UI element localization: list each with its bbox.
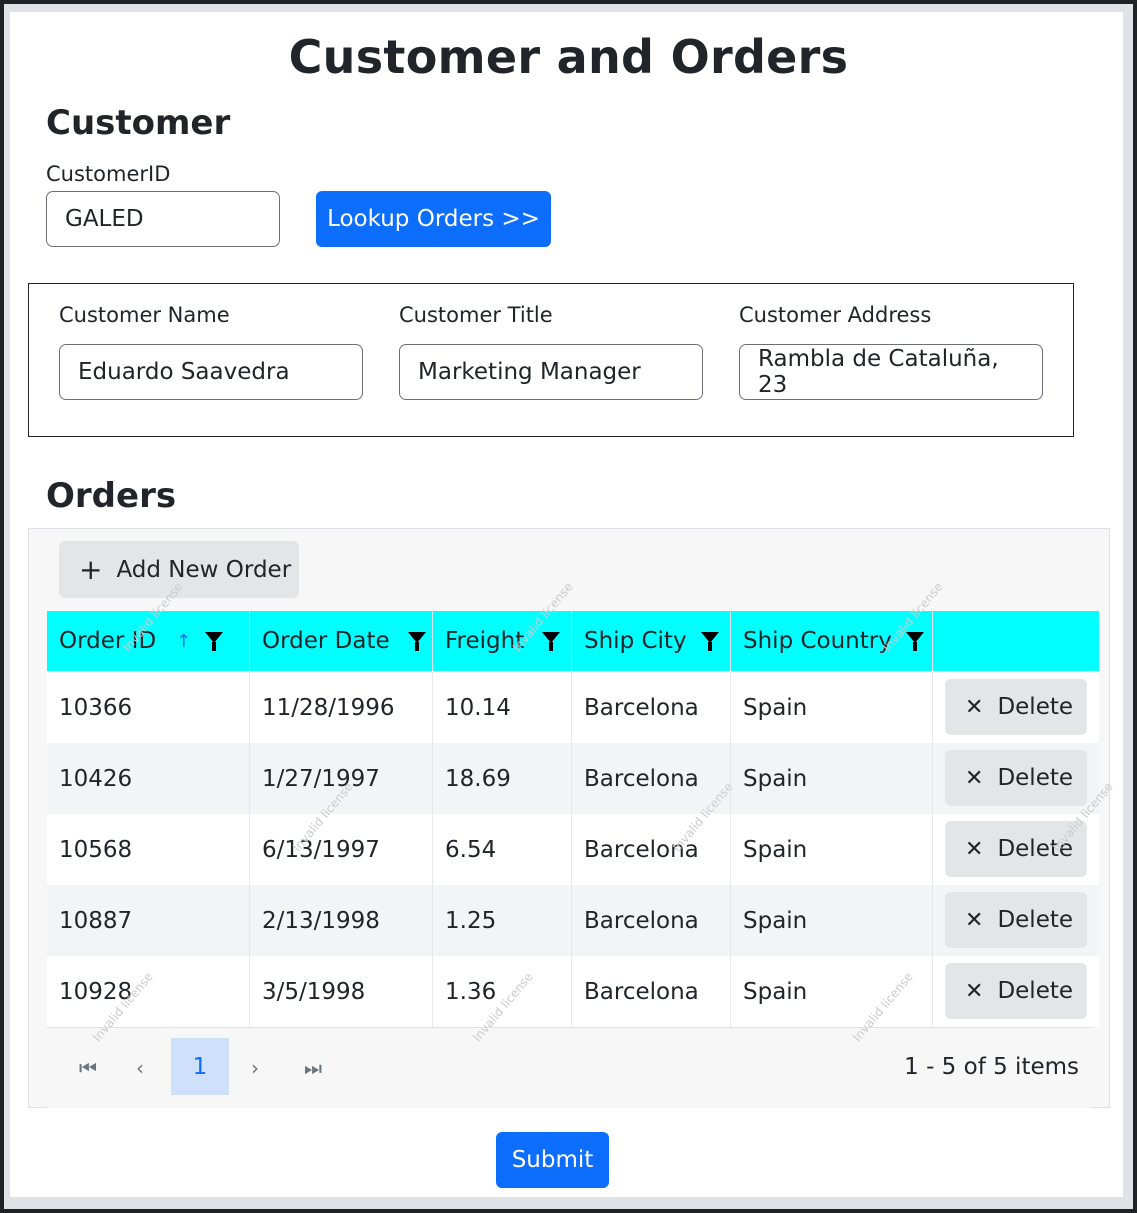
order-date-cell: 3/5/1998 [250,956,433,1027]
customer-address-label: Customer Address [739,303,932,327]
delete-button[interactable]: ✕ Delete [945,963,1087,1019]
filter-icon[interactable] [700,631,719,651]
column-header-ship-country[interactable]: Ship Country [731,611,933,671]
ship-country-cell: Spain [731,956,933,1027]
grid-header-row: Order ID ↑ Order Date Freight Ship City … [47,611,1099,671]
delete-button[interactable]: ✕ Delete [945,750,1087,806]
column-header-label: Ship Country [743,628,892,654]
ship-city-cell: Barcelona [572,672,731,743]
filter-icon[interactable] [905,631,924,651]
delete-button[interactable]: ✕ Delete [945,892,1087,948]
customer-title-field[interactable]: Marketing Manager [399,344,703,400]
order-date-cell: 6/13/1997 [250,814,433,885]
delete-label: Delete [997,694,1074,720]
freight-cell: 18.69 [433,743,572,814]
delete-button[interactable]: ✕ Delete [945,679,1087,735]
column-header-label: Freight [445,628,525,654]
ship-country-cell: Spain [731,814,933,885]
freight-cell: 6.54 [433,814,572,885]
delete-button[interactable]: ✕ Delete [945,821,1087,877]
customer-id-input[interactable]: GALED [46,191,280,247]
ship-country-cell: Spain [731,743,933,814]
add-new-order-button[interactable]: + Add New Order [59,541,299,598]
delete-label: Delete [997,765,1074,791]
last-page-icon[interactable]: ⏭ [304,1056,322,1080]
filter-icon[interactable] [542,631,561,651]
order-id-cell: 10568 [47,814,250,885]
table-row[interactable]: 10568 6/13/1997 6.54 Barcelona Spain ✕ D… [47,814,1099,885]
customer-address-field[interactable]: Rambla de Cataluña, 23 [739,344,1043,400]
ship-city-cell: Barcelona [572,814,731,885]
close-icon: ✕ [965,765,984,791]
customer-name-field[interactable]: Eduardo Saavedra [59,344,363,400]
order-date-cell: 11/28/1996 [250,672,433,743]
previous-page-icon[interactable]: ‹ [136,1056,144,1080]
ship-city-cell: Barcelona [572,743,731,814]
close-icon: ✕ [965,694,984,720]
first-page-icon[interactable]: ⏮ [79,1056,97,1080]
filter-icon[interactable] [407,631,426,651]
lookup-orders-button[interactable]: Lookup Orders >> [316,191,551,247]
close-icon: ✕ [965,836,984,862]
pager-info: 1 - 5 of 5 items [904,1054,1079,1080]
delete-label: Delete [997,907,1074,933]
filter-icon[interactable] [205,631,224,651]
table-row[interactable]: 10887 2/13/1998 1.25 Barcelona Spain ✕ D… [47,885,1099,956]
grid-pager: ⏮ ‹ 1 › ⏭ 1 - 5 of 5 items [47,1027,1091,1108]
table-row[interactable]: 10928 3/5/1998 1.36 Barcelona Spain ✕ De… [47,956,1099,1027]
order-id-cell: 10928 [47,956,250,1027]
column-header-label: Ship City [584,628,687,654]
page-title: Customer and Orders [288,30,849,84]
close-icon: ✕ [965,978,984,1004]
column-header-freight[interactable]: Freight [433,611,572,671]
arrow-up-icon[interactable]: ↑ [176,631,191,652]
orders-section-title: Orders [46,476,177,516]
next-page-icon[interactable]: › [251,1056,259,1080]
close-icon: ✕ [965,907,984,933]
submit-button[interactable]: Submit [496,1132,609,1188]
order-id-cell: 10887 [47,885,250,956]
freight-cell: 1.25 [433,885,572,956]
table-row[interactable]: 10426 1/27/1997 18.69 Barcelona Spain ✕ … [47,743,1099,814]
delete-label: Delete [997,978,1074,1004]
column-header-order-date[interactable]: Order Date [250,611,433,671]
ship-country-cell: Spain [731,885,933,956]
order-id-cell: 10426 [47,743,250,814]
add-new-order-label: Add New Order [116,556,292,583]
customer-section-title: Customer [46,103,231,143]
freight-cell: 10.14 [433,672,572,743]
column-header-order-id[interactable]: Order ID ↑ [47,611,250,671]
customer-id-label: CustomerID [46,162,171,186]
column-header-ship-city[interactable]: Ship City [572,611,731,671]
order-date-cell: 1/27/1997 [250,743,433,814]
ship-city-cell: Barcelona [572,885,731,956]
freight-cell: 1.36 [433,956,572,1027]
page-number-current[interactable]: 1 [171,1038,229,1095]
table-row[interactable]: 10366 11/28/1996 10.14 Barcelona Spain ✕… [47,672,1099,743]
ship-city-cell: Barcelona [572,956,731,1027]
column-header-commands [933,611,1099,671]
delete-label: Delete [997,836,1074,862]
column-header-label: Order ID [59,628,157,654]
order-date-cell: 2/13/1998 [250,885,433,956]
customer-name-label: Customer Name [59,303,230,327]
column-header-label: Order Date [262,628,390,654]
order-id-cell: 10366 [47,672,250,743]
plus-icon: + [79,552,103,586]
customer-title-label: Customer Title [399,303,553,327]
ship-country-cell: Spain [731,672,933,743]
